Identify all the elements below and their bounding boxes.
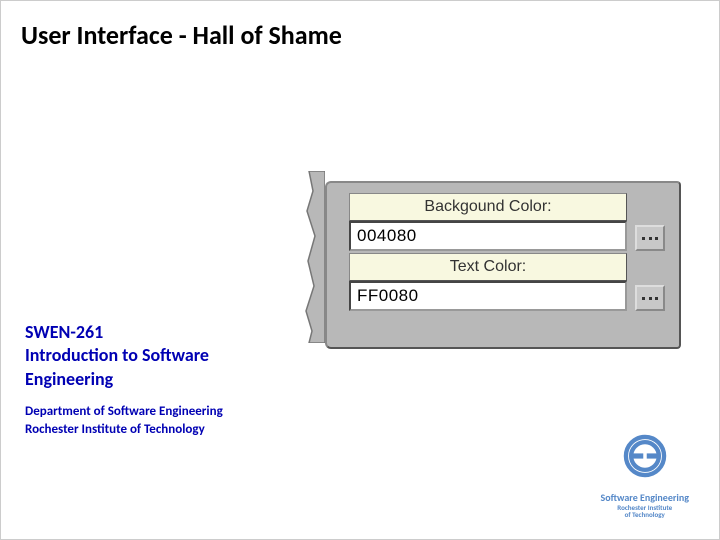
background-color-input[interactable]: 004080 <box>349 221 627 251</box>
color-settings-panel: Backgound Color: 004080 Text Color: FF00… <box>325 181 681 349</box>
background-color-label: Backgound Color: <box>349 193 627 221</box>
text-color-browse-button[interactable] <box>635 285 665 311</box>
course-code: SWEN-261 <box>25 321 285 344</box>
department-line2: Rochester Institute of Technology <box>25 421 285 439</box>
torn-edge-decoration <box>303 171 325 343</box>
text-color-input[interactable]: FF0080 <box>349 281 627 311</box>
ellipsis-icon <box>642 236 658 240</box>
logo-text-sub2: of Technology <box>601 511 689 519</box>
text-color-label: Text Color: <box>349 253 627 281</box>
page-title: User Interface - Hall of Shame <box>1 1 719 69</box>
se-logo-icon <box>619 430 671 482</box>
background-color-browse-button[interactable] <box>635 225 665 251</box>
course-info: SWEN-261 Introduction to Software Engine… <box>25 321 285 440</box>
course-name: Introduction to Software Engineering <box>25 344 285 391</box>
department-line1: Department of Software Engineering <box>25 403 285 421</box>
ellipsis-icon <box>642 296 658 300</box>
se-logo: Software Engineering Rochester Institute… <box>601 430 689 519</box>
logo-text-main: Software Engineering <box>601 491 689 504</box>
